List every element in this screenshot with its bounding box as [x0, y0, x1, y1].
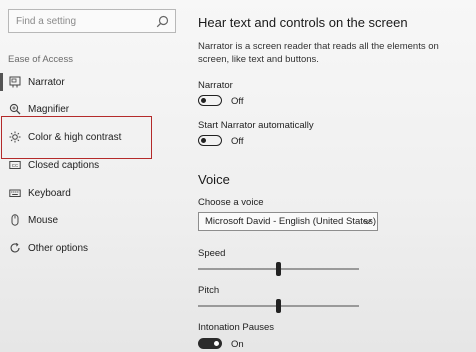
- sidebar-item-label: Closed captions: [28, 159, 100, 171]
- narrator-description: Narrator is a screen reader that reads a…: [198, 41, 439, 65]
- choose-voice-label: Choose a voice: [198, 197, 264, 208]
- voice-section-title: Voice: [198, 172, 230, 187]
- intonation-pauses-state: On: [231, 339, 244, 350]
- toggle-knob: [214, 341, 219, 346]
- speed-label: Speed: [198, 248, 226, 259]
- magnifier-icon: [8, 102, 22, 116]
- voice-dropdown-value: Microsoft David - English (United States…: [205, 216, 377, 227]
- start-narrator-auto-state: Off: [231, 136, 244, 147]
- intonation-pauses-label: Intonation Pauses: [198, 322, 275, 333]
- narrator-toggle-state: Off: [231, 96, 244, 107]
- section-title-hear-text: Hear text and controls on the screen: [198, 15, 408, 30]
- sidebar-item-other-options[interactable]: Other options: [0, 235, 180, 261]
- voice-dropdown[interactable]: Microsoft David - English (United States…: [198, 212, 378, 231]
- sidebar-item-keyboard[interactable]: Keyboard: [0, 180, 180, 206]
- selection-indicator: [0, 73, 3, 91]
- start-narrator-auto-label: Start Narrator automatically: [198, 120, 314, 131]
- settings-window: Ease of Access Narrator: [0, 0, 476, 352]
- toggle-knob: [201, 137, 206, 143]
- sidebar-item-narrator[interactable]: Narrator: [0, 69, 180, 95]
- sidebar-item-label: Mouse: [28, 214, 59, 226]
- sidebar-item-closed-captions[interactable]: CC Closed captions: [0, 152, 180, 178]
- refresh-icon: [8, 241, 22, 255]
- narrator-label: Narrator: [198, 80, 233, 91]
- keyboard-icon: [8, 186, 22, 200]
- sidebar-item-label: Narrator: [28, 76, 65, 88]
- narrator-toggle[interactable]: [198, 95, 222, 106]
- slider-thumb[interactable]: [276, 299, 281, 313]
- svg-text:CC: CC: [12, 163, 19, 168]
- sidebar-item-label: Keyboard: [28, 187, 71, 199]
- mouse-icon: [8, 213, 22, 227]
- main-content: Hear text and controls on the screen Nar…: [185, 0, 476, 352]
- chevron-down-icon: [363, 219, 372, 225]
- search-icon[interactable]: [156, 15, 169, 28]
- narrator-icon: [8, 75, 22, 89]
- captions-icon: CC: [8, 158, 22, 172]
- sidebar-item-mouse[interactable]: Mouse: [0, 207, 180, 233]
- sidebar-item-label: Other options: [28, 242, 89, 254]
- slider-thumb[interactable]: [276, 262, 281, 276]
- search-box[interactable]: [8, 9, 176, 33]
- sidebar: Ease of Access Narrator: [0, 0, 185, 352]
- start-narrator-auto-toggle[interactable]: [198, 135, 222, 146]
- pitch-slider[interactable]: [198, 299, 359, 313]
- toggle-knob: [201, 97, 206, 103]
- sidebar-item-label: Magnifier: [28, 103, 70, 115]
- intonation-pauses-toggle[interactable]: [198, 338, 222, 349]
- section-label-ease-of-access: Ease of Access: [8, 54, 73, 65]
- pitch-label: Pitch: [198, 285, 220, 296]
- search-input[interactable]: [9, 10, 156, 32]
- speed-slider[interactable]: [198, 262, 359, 276]
